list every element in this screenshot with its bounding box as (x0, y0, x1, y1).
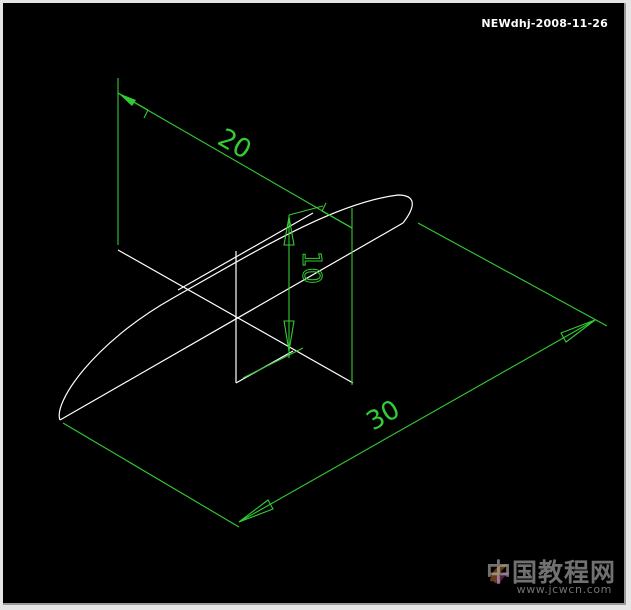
dim-30-extension-right (417, 222, 608, 327)
cad-canvas: 20 10 30 NEWdhj-2008-11-26 中国教程网 www.jcw… (3, 3, 626, 605)
watermark-url: www.jcwcn.com (516, 583, 612, 596)
site-watermark: 中国教程网 www.jcwcn.com (486, 553, 616, 597)
dim-30-arrow-right (560, 319, 596, 343)
dim-30-arrow-left (238, 499, 274, 523)
isometric-drawing: 20 10 30 (58, 78, 608, 528)
dim-10-label: 10 (296, 251, 326, 284)
dim-10-extension-bottom (242, 347, 304, 379)
dim-30-dimension-line (238, 319, 596, 523)
axis-line-b (177, 212, 314, 291)
dim-30-label: 30 (362, 395, 406, 438)
dimension-lines (62, 78, 608, 528)
dim-10-extension-top (288, 205, 324, 216)
date-stamp: NEWdhj-2008-11-26 (481, 17, 608, 30)
geometry-lines (58, 194, 413, 421)
dim-30-extension-left (62, 422, 240, 528)
image-frame: 20 10 30 NEWdhj-2008-11-26 中国教程网 www.jcw… (0, 0, 631, 610)
dim-20-arrow-right-outline (321, 202, 353, 229)
dim-20-label: 20 (213, 123, 257, 166)
